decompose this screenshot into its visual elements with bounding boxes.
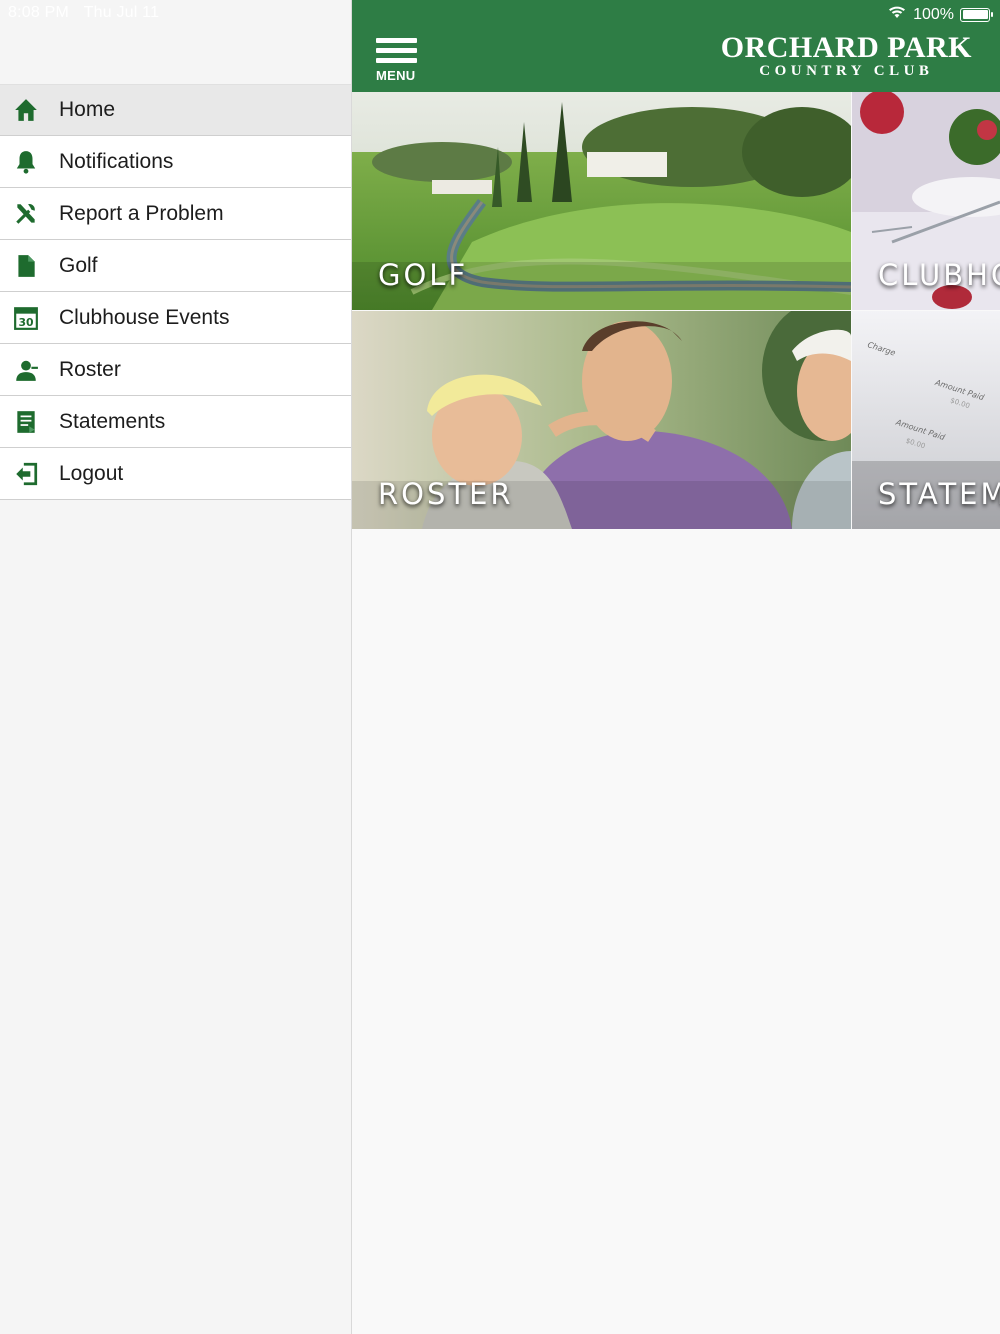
sidebar-item-logout[interactable]: Logout (0, 448, 351, 500)
tile-golf-label: GOLF (378, 258, 469, 292)
tile-roster-label: ROSTER (378, 477, 514, 511)
battery-icon (960, 7, 993, 22)
brand-logo: ORCHARD PARK COUNTRY CLUB (720, 31, 972, 80)
tile-statements-label: STATEMENTS (878, 477, 1000, 511)
calendar-icon: 30 (13, 305, 39, 331)
tile-clubhouse-label: CLUBHOUSE (878, 258, 1000, 292)
sidebar-item-label: Home (59, 98, 116, 121)
app-header: 100% MENU ORCHARD PARK COUNTRY CLUB (352, 0, 1000, 92)
sidebar-item-label: Golf (59, 253, 98, 277)
status-date: Thu Jul 11 (83, 4, 160, 21)
status-time: 8:08 PM (8, 4, 69, 21)
sidebar-item-notifications[interactable]: Notifications (0, 136, 351, 188)
document-icon (13, 253, 39, 279)
logout-icon (13, 461, 39, 487)
sidebar-item-label: Notifications (59, 149, 174, 173)
main-content: 100% MENU ORCHARD PARK COUNTRY CLUB GOLF… (352, 0, 1000, 1334)
sidebar-item-golf[interactable]: Golf (0, 240, 351, 292)
menu-button[interactable]: MENU (376, 38, 420, 83)
calendar-day: 30 (18, 316, 34, 329)
menu-list: Home Notifications Report a Problem Golf (0, 84, 351, 500)
brand-subtitle: COUNTRY CLUB (759, 63, 934, 79)
side-menu: 8:08 PM Thu Jul 11 Home Notifications Re… (0, 0, 352, 1334)
hamburger-icon-bar (376, 58, 417, 63)
bell-icon (13, 149, 39, 175)
app-root: 8:08 PM Thu Jul 11 Home Notifications Re… (0, 0, 1000, 1334)
sidebar-item-roster[interactable]: Roster (0, 344, 351, 396)
tile-golf[interactable]: GOLF (352, 92, 851, 310)
sidebar-item-label: Report a Problem (59, 201, 224, 225)
statement-icon (13, 409, 39, 435)
tile-clubhouse[interactable]: CLUBHOUSE (852, 92, 1000, 310)
status-bar-right: 100% (887, 4, 993, 25)
sidebar-item-clubhouse-events[interactable]: 30 Clubhouse Events (0, 292, 351, 344)
sidebar-item-label: Roster (59, 357, 121, 381)
sidebar-item-label: Logout (59, 461, 124, 485)
tile-roster[interactable]: ROSTER (352, 311, 851, 529)
hamburger-icon-bar (376, 48, 417, 53)
home-icon (13, 97, 39, 123)
sidebar-item-label: Clubhouse Events (59, 305, 230, 329)
brand-title: ORCHARD PARK (720, 31, 972, 64)
status-time-date: 8:08 PM Thu Jul 11 (8, 4, 159, 22)
sidebar-item-home[interactable]: Home (0, 84, 351, 136)
sidebar-item-statements[interactable]: Statements (0, 396, 351, 448)
wifi-icon (887, 4, 907, 25)
tile-statements[interactable]: Charge Amount Paid $0.00 Amount Paid $0.… (852, 311, 1000, 529)
tools-icon (13, 201, 39, 227)
hamburger-icon-bar (376, 38, 417, 43)
menu-button-label: MENU (376, 68, 416, 83)
battery-percent: 100% (913, 5, 954, 23)
sidebar-item-label: Statements (59, 409, 166, 433)
sidebar-item-report-a-problem[interactable]: Report a Problem (0, 188, 351, 240)
person-icon (13, 357, 39, 383)
